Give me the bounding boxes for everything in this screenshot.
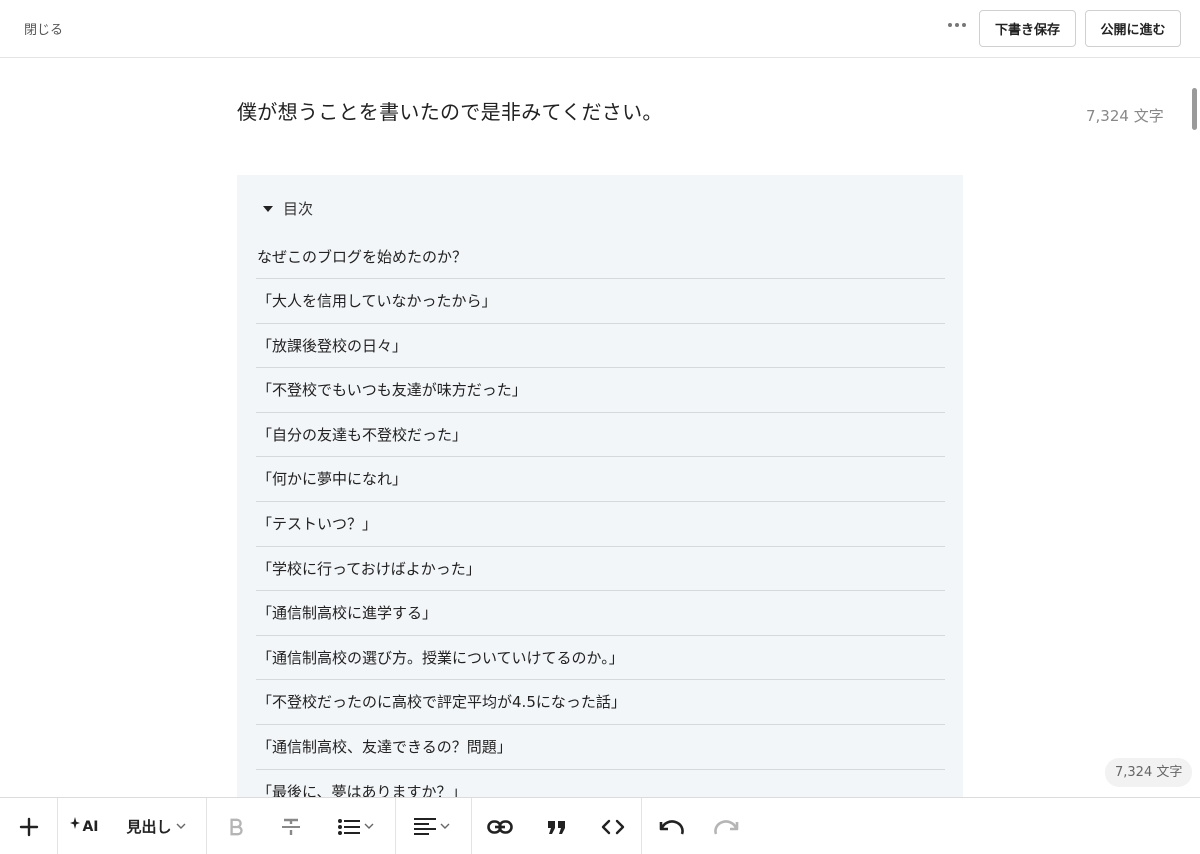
chevron-down-icon (364, 823, 374, 829)
toc-item[interactable]: 「放課後登校の日々」 (256, 324, 945, 369)
toc-item[interactable]: 「不登校だったのに高校で評定平均が4.5になった話」 (256, 680, 945, 725)
bullet-list-icon (338, 818, 360, 835)
quote-icon[interactable] (540, 798, 574, 854)
heading-dropdown[interactable]: 見出し (120, 798, 192, 854)
save-draft-button[interactable]: 下書き保存 (979, 10, 1076, 47)
align-left-icon (414, 817, 436, 835)
toc-item[interactable]: 「大人を信用していなかったから」 (256, 279, 945, 324)
chevron-down-icon (440, 823, 450, 829)
align-button[interactable] (408, 798, 456, 854)
toolbar-divider (57, 798, 58, 854)
toolbar-divider (641, 798, 642, 854)
page-scrollbar[interactable] (1189, 58, 1200, 798)
ai-assist-button[interactable]: AI (64, 798, 104, 854)
close-button[interactable]: 閉じる (24, 19, 63, 38)
toc-list: なぜこのブログを始めたのか？ 「大人を信用していなかったから」 「放課後登校の日… (256, 235, 945, 800)
editor-header: 閉じる 下書き保存 公開に進む (0, 0, 1200, 58)
heading-label: 見出し (126, 818, 172, 836)
plus-icon[interactable] (8, 798, 50, 854)
redo-icon[interactable] (710, 798, 744, 854)
code-icon[interactable] (596, 798, 630, 854)
ai-sparkle-icon (70, 816, 81, 829)
caret-down-icon (263, 205, 273, 212)
bullet-list-button[interactable] (332, 798, 380, 854)
article-title[interactable]: 僕が想うことを書いたので是非みてください。 (237, 96, 663, 125)
toc-item[interactable]: 「通信制高校、友達できるの？問題」 (256, 725, 945, 770)
floating-character-count: 7,324 文字 (1105, 758, 1193, 787)
toc-toggle[interactable]: 目次 (263, 198, 313, 219)
toc-item[interactable]: なぜこのブログを始めたのか？ (256, 235, 945, 279)
format-toolbar: AI 見出し (0, 797, 1200, 854)
character-count: 7,324 文字 (1086, 107, 1164, 125)
toc-item[interactable]: 「学校に行っておけばよかった」 (256, 547, 945, 592)
scrollbar-thumb[interactable] (1192, 88, 1197, 130)
more-options-icon[interactable] (943, 14, 971, 36)
undo-icon[interactable] (654, 798, 688, 854)
link-icon[interactable] (482, 798, 518, 854)
chevron-down-icon (176, 823, 185, 829)
toc-item[interactable]: 「通信制高校の選び方。授業についていけてるのか。」 (256, 636, 945, 681)
toolbar-divider (471, 798, 472, 854)
strikethrough-icon[interactable] (273, 798, 309, 854)
toc-label: 目次 (283, 200, 314, 218)
toc-item[interactable]: 「不登校でもいつも友達が味方だった」 (256, 368, 945, 413)
publish-button[interactable]: 公開に進む (1085, 10, 1181, 47)
toolbar-divider (395, 798, 396, 854)
table-of-contents: 目次 なぜこのブログを始めたのか？ 「大人を信用していなかったから」 「放課後登… (237, 175, 963, 800)
toolbar-divider (206, 798, 207, 854)
toc-item[interactable]: 「何かに夢中になれ」 (256, 457, 945, 502)
toc-item[interactable]: 「テストいつ？」 (256, 502, 945, 547)
toc-item[interactable]: 「最後に、夢はありますか？」 (256, 770, 945, 800)
bold-icon[interactable] (218, 798, 254, 854)
toc-item[interactable]: 「自分の友達も不登校だった」 (256, 413, 945, 458)
ai-label: AI (82, 818, 99, 835)
toc-item[interactable]: 「通信制高校に進学する」 (256, 591, 945, 636)
